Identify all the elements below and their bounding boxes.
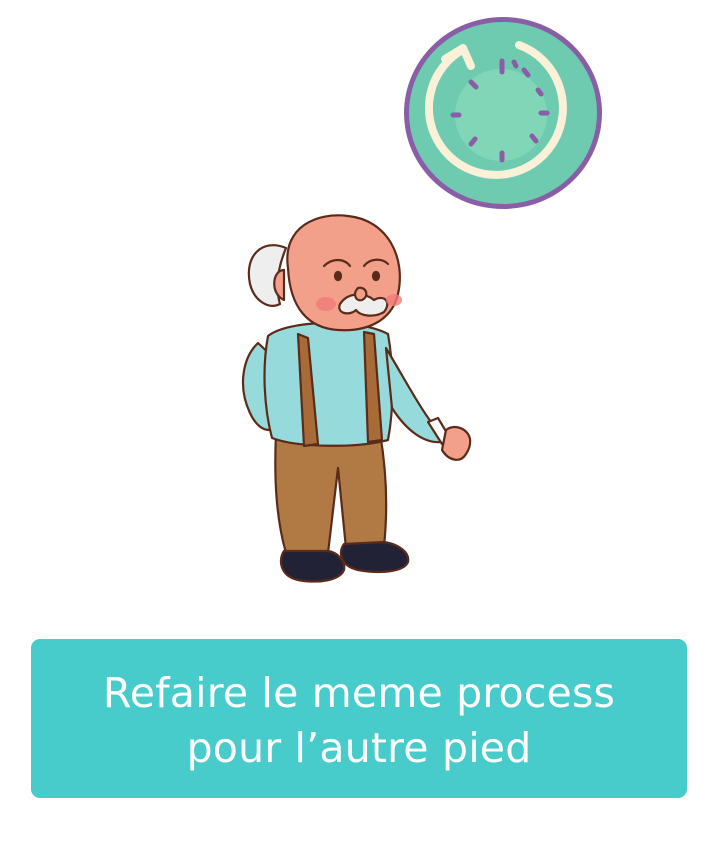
caption-line-1: Refaire le meme process bbox=[102, 668, 616, 717]
caption-line-2: pour l’autre pied bbox=[186, 723, 532, 772]
instruction-caption: Refaire le meme process pour l’autre pie… bbox=[31, 639, 687, 798]
restart-timer-icon bbox=[401, 14, 605, 212]
elderly-man-illustration bbox=[228, 208, 484, 593]
